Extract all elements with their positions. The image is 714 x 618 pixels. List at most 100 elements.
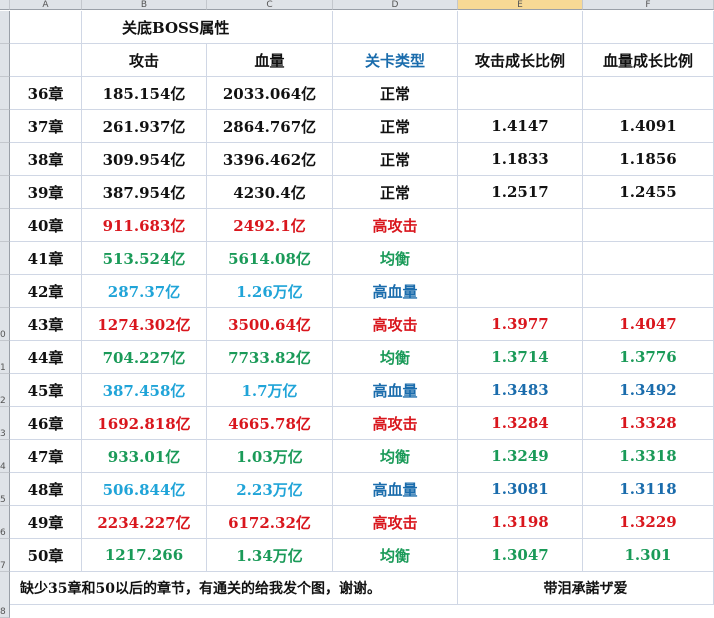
cell-a1[interactable] (10, 11, 82, 44)
cell-hp-ratio[interactable]: 1.301 (583, 539, 714, 572)
cell-empty[interactable] (458, 11, 583, 44)
row-header[interactable] (0, 275, 10, 308)
cell-hp[interactable]: 2.23万亿 (207, 473, 333, 506)
cell-type[interactable]: 高攻击 (333, 308, 458, 341)
cell-attack[interactable]: 387.458亿 (82, 374, 207, 407)
column-header-a[interactable]: A (10, 0, 82, 10)
cell-type[interactable]: 正常 (333, 176, 458, 209)
cell-type[interactable]: 高血量 (333, 473, 458, 506)
cell-attack[interactable]: 506.844亿 (82, 473, 207, 506)
cell-atk-ratio[interactable]: 1.3249 (458, 440, 583, 473)
cell-hp[interactable]: 3396.462亿 (207, 143, 333, 176)
column-header-f[interactable]: F (583, 0, 714, 10)
cell-type[interactable]: 高攻击 (333, 506, 458, 539)
row-header[interactable] (0, 176, 10, 209)
cell-hp-ratio[interactable]: 1.3118 (583, 473, 714, 506)
cell-atk-ratio[interactable] (458, 77, 583, 110)
cell-attack[interactable]: 287.37亿 (82, 275, 207, 308)
cell-attack[interactable]: 261.937亿 (82, 110, 207, 143)
row-header[interactable] (0, 242, 10, 275)
row-header[interactable]: 6 (0, 506, 10, 539)
cell-atk-ratio[interactable]: 1.2517 (458, 176, 583, 209)
column-header-e[interactable]: E (458, 0, 583, 10)
cell-atk-ratio[interactable]: 1.1833 (458, 143, 583, 176)
cell-atk-ratio[interactable] (458, 275, 583, 308)
cell-hp[interactable]: 4665.78亿 (207, 407, 333, 440)
cell-attack[interactable]: 1217.266 (82, 539, 207, 572)
cell-chapter[interactable]: 45章 (10, 374, 82, 407)
cell-hp-ratio[interactable] (583, 275, 714, 308)
cell-atk-ratio[interactable]: 1.4147 (458, 110, 583, 143)
cell-type[interactable]: 高攻击 (333, 407, 458, 440)
table-title[interactable]: 关底BOSS属性 (82, 11, 333, 44)
cell-attack[interactable]: 513.524亿 (82, 242, 207, 275)
cell-chapter[interactable]: 46章 (10, 407, 82, 440)
cell-chapter[interactable]: 36章 (10, 77, 82, 110)
cell-empty[interactable] (333, 11, 458, 44)
cell-chapter[interactable]: 37章 (10, 110, 82, 143)
cell-atk-ratio[interactable]: 1.3047 (458, 539, 583, 572)
cell-atk-ratio[interactable]: 1.3483 (458, 374, 583, 407)
cell-chapter[interactable]: 44章 (10, 341, 82, 374)
cell-hp[interactable]: 1.7万亿 (207, 374, 333, 407)
cell-hp-ratio[interactable] (583, 77, 714, 110)
row-header[interactable]: 8 (0, 572, 10, 618)
cell-hp-ratio[interactable] (583, 209, 714, 242)
cell-attack[interactable]: 911.683亿 (82, 209, 207, 242)
cell-empty[interactable] (583, 11, 714, 44)
cell-atk-ratio[interactable]: 1.3714 (458, 341, 583, 374)
row-header[interactable] (0, 143, 10, 176)
cell-hp[interactable]: 1.34万亿 (207, 539, 333, 572)
cell-chapter[interactable]: 49章 (10, 506, 82, 539)
cell-type[interactable]: 均衡 (333, 242, 458, 275)
cell-hp[interactable]: 7733.82亿 (207, 341, 333, 374)
column-title[interactable]: 攻击 (82, 44, 207, 77)
cell-type[interactable]: 高血量 (333, 275, 458, 308)
cell-hp-ratio[interactable]: 1.3318 (583, 440, 714, 473)
cell-hp-ratio[interactable]: 1.4091 (583, 110, 714, 143)
column-header-c[interactable]: C (207, 0, 333, 10)
cell-hp-ratio[interactable]: 1.3328 (583, 407, 714, 440)
cell-attack[interactable]: 704.227亿 (82, 341, 207, 374)
cell-type[interactable]: 均衡 (333, 341, 458, 374)
cell-hp[interactable]: 4230.4亿 (207, 176, 333, 209)
cell-hp-ratio[interactable]: 1.3776 (583, 341, 714, 374)
cell-chapter[interactable]: 42章 (10, 275, 82, 308)
row-header[interactable] (0, 11, 10, 44)
column-title[interactable]: 血量成长比例 (583, 44, 714, 77)
cell-hp[interactable]: 1.26万亿 (207, 275, 333, 308)
cell-attack[interactable]: 185.154亿 (82, 77, 207, 110)
column-title[interactable] (10, 44, 82, 77)
row-header[interactable]: 4 (0, 440, 10, 473)
cell-chapter[interactable]: 43章 (10, 308, 82, 341)
cell-attack[interactable]: 2234.227亿 (82, 506, 207, 539)
cell-hp-ratio[interactable]: 1.3492 (583, 374, 714, 407)
cell-hp-ratio[interactable] (583, 242, 714, 275)
row-header[interactable] (0, 77, 10, 110)
column-title[interactable]: 关卡类型 (333, 44, 458, 77)
cell-attack[interactable]: 1274.302亿 (82, 308, 207, 341)
cell-type[interactable]: 正常 (333, 110, 458, 143)
row-header[interactable]: 1 (0, 341, 10, 374)
cell-chapter[interactable]: 47章 (10, 440, 82, 473)
cell-chapter[interactable]: 38章 (10, 143, 82, 176)
row-header[interactable]: 3 (0, 407, 10, 440)
row-header[interactable]: 0 (0, 308, 10, 341)
cell-attack[interactable]: 933.01亿 (82, 440, 207, 473)
cell-atk-ratio[interactable]: 1.3284 (458, 407, 583, 440)
select-all-corner[interactable] (0, 0, 10, 10)
cell-hp[interactable]: 6172.32亿 (207, 506, 333, 539)
row-header[interactable] (0, 209, 10, 242)
cell-hp[interactable]: 5614.08亿 (207, 242, 333, 275)
cell-hp-ratio[interactable]: 1.3229 (583, 506, 714, 539)
footer-signature[interactable]: 带泪承諾ザ爱 (458, 572, 714, 605)
cell-type[interactable]: 均衡 (333, 440, 458, 473)
cell-atk-ratio[interactable]: 1.3977 (458, 308, 583, 341)
cell-hp[interactable]: 2492.1亿 (207, 209, 333, 242)
cell-type[interactable]: 正常 (333, 77, 458, 110)
cell-chapter[interactable]: 41章 (10, 242, 82, 275)
cell-attack[interactable]: 387.954亿 (82, 176, 207, 209)
cell-hp-ratio[interactable]: 1.1856 (583, 143, 714, 176)
cell-hp-ratio[interactable]: 1.2455 (583, 176, 714, 209)
cell-attack[interactable]: 1692.818亿 (82, 407, 207, 440)
